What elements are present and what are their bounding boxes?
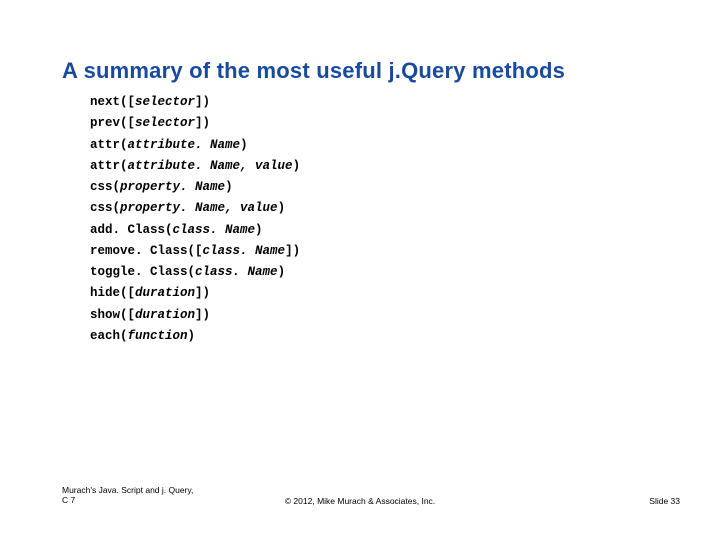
method-item: show([duration]) — [90, 305, 300, 326]
method-open: ([ — [120, 286, 135, 300]
method-open: ( — [120, 159, 128, 173]
method-item: attr(attribute. Name) — [90, 135, 300, 156]
method-param: property. Name, value — [120, 201, 278, 215]
method-open: ( — [188, 265, 196, 279]
footer-slide-number: Slide 33 — [649, 496, 680, 506]
method-name: attr — [90, 138, 120, 152]
method-param: property. Name — [120, 180, 225, 194]
method-item: toggle. Class(class. Name) — [90, 262, 300, 283]
method-open: ( — [165, 223, 173, 237]
method-param: class. Name — [173, 223, 256, 237]
method-close: ) — [278, 265, 286, 279]
method-param: attribute. Name — [128, 138, 241, 152]
footer-book-title: Murach's Java. Script and j. Query, — [62, 485, 193, 496]
method-name: show — [90, 308, 120, 322]
method-param: function — [128, 329, 188, 343]
method-param: duration — [135, 286, 195, 300]
method-name: add. Class — [90, 223, 165, 237]
method-name: prev — [90, 116, 120, 130]
method-item: each(function) — [90, 326, 300, 347]
method-item: css(property. Name, value) — [90, 198, 300, 219]
method-item: attr(attribute. Name, value) — [90, 156, 300, 177]
method-param: selector — [135, 116, 195, 130]
method-list: next([selector]) prev([selector]) attr(a… — [90, 92, 300, 347]
method-open: ([ — [120, 116, 135, 130]
method-item: add. Class(class. Name) — [90, 220, 300, 241]
method-item: prev([selector]) — [90, 113, 300, 134]
method-close: ) — [240, 138, 248, 152]
method-name: remove. Class — [90, 244, 188, 258]
method-param: class. Name — [203, 244, 286, 258]
method-item: next([selector]) — [90, 92, 300, 113]
method-close: ]) — [285, 244, 300, 258]
method-close: ]) — [195, 116, 210, 130]
method-name: each — [90, 329, 120, 343]
method-open: ([ — [188, 244, 203, 258]
method-open: ([ — [120, 95, 135, 109]
method-name: hide — [90, 286, 120, 300]
method-close: ) — [188, 329, 196, 343]
method-close: ]) — [195, 286, 210, 300]
method-close: ]) — [195, 95, 210, 109]
method-name: next — [90, 95, 120, 109]
slide: A summary of the most useful j.Query met… — [0, 0, 720, 540]
method-param: class. Name — [195, 265, 278, 279]
method-open: ( — [120, 138, 128, 152]
method-close: ]) — [195, 308, 210, 322]
slide-footer: Murach's Java. Script and j. Query, C 7 … — [0, 482, 720, 506]
method-open: ( — [113, 180, 121, 194]
method-open: ( — [113, 201, 121, 215]
footer-copyright: © 2012, Mike Murach & Associates, Inc. — [0, 496, 720, 506]
method-item: hide([duration]) — [90, 283, 300, 304]
method-open: ([ — [120, 308, 135, 322]
method-close: ) — [293, 159, 301, 173]
slide-title: A summary of the most useful j.Query met… — [62, 58, 680, 84]
method-item: remove. Class([class. Name]) — [90, 241, 300, 262]
method-param: attribute. Name, value — [128, 159, 293, 173]
method-param: selector — [135, 95, 195, 109]
method-name: css — [90, 201, 113, 215]
method-name: css — [90, 180, 113, 194]
method-name: toggle. Class — [90, 265, 188, 279]
method-close: ) — [225, 180, 233, 194]
method-open: ( — [120, 329, 128, 343]
method-close: ) — [255, 223, 263, 237]
method-item: css(property. Name) — [90, 177, 300, 198]
method-param: duration — [135, 308, 195, 322]
method-close: ) — [278, 201, 286, 215]
method-name: attr — [90, 159, 120, 173]
